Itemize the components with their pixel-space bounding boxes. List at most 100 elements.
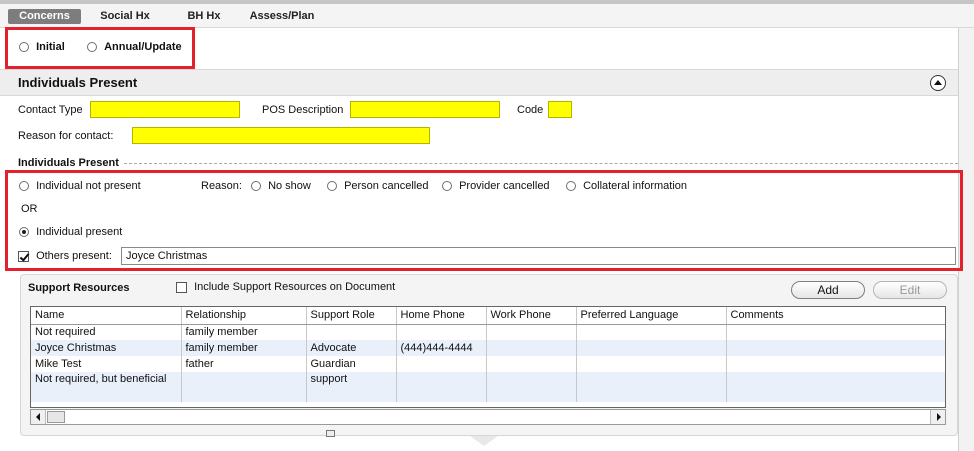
- reason-person-cancelled-option[interactable]: Person cancelled: [327, 180, 428, 192]
- individual-present-option[interactable]: Individual present: [19, 226, 122, 238]
- initial-radio[interactable]: [19, 42, 29, 53]
- edit-button[interactable]: Edit: [873, 281, 947, 299]
- grid-horizontal-scrollbar[interactable]: [30, 409, 946, 425]
- reason-for-contact-label: Reason for contact:: [18, 130, 114, 142]
- scroll-left-icon[interactable]: [31, 410, 46, 424]
- cell-relationship: father: [181, 356, 307, 372]
- tab-concerns[interactable]: Concerns: [8, 9, 81, 24]
- code-label: Code: [517, 104, 544, 116]
- tab-bar-edge: [0, 0, 974, 4]
- cell-support-role: Guardian: [306, 356, 397, 372]
- cell-preferred-language: [576, 340, 727, 356]
- include-support-label: Include Support Resources on Document: [194, 281, 396, 293]
- reason-collateral-information-option[interactable]: Collateral information: [566, 180, 687, 192]
- cell-comments: [726, 324, 945, 340]
- cell-name: Mike Test: [31, 356, 182, 372]
- column-header-home-phone[interactable]: Home Phone: [396, 307, 487, 325]
- cell-name: Not required: [31, 324, 182, 340]
- individuals-present-group-label: Individuals Present: [18, 157, 119, 169]
- cell-home-phone: (444)444-4444: [396, 340, 487, 356]
- column-header-relationship[interactable]: Relationship: [181, 307, 307, 325]
- reason-provider-cancelled-option[interactable]: Provider cancelled: [442, 180, 550, 192]
- reason-for-contact-field[interactable]: [132, 127, 430, 144]
- pos-description-field[interactable]: [350, 101, 500, 118]
- cell-relationship: [181, 372, 307, 402]
- cell-name: Not required, but beneficial: [31, 372, 182, 402]
- add-button[interactable]: Add: [791, 281, 865, 299]
- others-present-option[interactable]: Others present:: [18, 250, 112, 262]
- reason-provider-cancelled-radio[interactable]: [442, 181, 452, 192]
- pos-description-label: POS Description: [262, 104, 344, 116]
- chevron-up-circle-icon[interactable]: [930, 75, 946, 91]
- reason-label: Reason:: [201, 180, 242, 192]
- cell-comments: [726, 340, 945, 356]
- cell-preferred-language: [576, 324, 727, 340]
- tab-bar: Concerns Social Hx BH Hx Assess/Plan: [0, 0, 974, 28]
- others-present-checkbox[interactable]: [18, 250, 29, 262]
- cell-comments: [726, 372, 945, 402]
- column-header-work-phone[interactable]: Work Phone: [486, 307, 577, 325]
- support-resources-title: Support Resources: [28, 282, 130, 294]
- section-header: [0, 69, 958, 96]
- reason-no-show-label: No show: [268, 180, 311, 192]
- initial-label: Initial: [36, 41, 65, 53]
- reason-collateral-information-label: Collateral information: [583, 180, 687, 192]
- cell-work-phone: [486, 340, 577, 356]
- column-header-support-role[interactable]: Support Role: [306, 307, 397, 325]
- others-present-label: Others present:: [36, 250, 112, 262]
- cell-home-phone: [396, 324, 487, 340]
- column-header-preferred-language[interactable]: Preferred Language: [576, 307, 727, 325]
- resize-grip-icon[interactable]: [326, 430, 335, 437]
- cell-name: Joyce Christmas: [31, 340, 182, 356]
- cell-home-phone: [396, 356, 487, 372]
- support-resources-grid: Name Relationship Support Role Home Phon…: [30, 306, 946, 408]
- column-header-name[interactable]: Name: [31, 307, 182, 325]
- group-divider: [124, 163, 958, 164]
- tab-social-hx[interactable]: Social Hx: [90, 9, 160, 24]
- tab-assess-plan[interactable]: Assess/Plan: [244, 9, 320, 24]
- scroll-right-icon[interactable]: [930, 410, 945, 424]
- contact-type-label: Contact Type: [18, 104, 83, 116]
- section-title: Individuals Present: [18, 75, 138, 90]
- cell-preferred-language: [576, 356, 727, 372]
- column-header-comments[interactable]: Comments: [726, 307, 945, 325]
- annual-update-option[interactable]: Annual/Update: [87, 41, 182, 53]
- others-present-input[interactable]: Joyce Christmas: [121, 247, 956, 265]
- table-row[interactable]: Joyce Christmas family member Advocate (…: [31, 340, 945, 356]
- cell-home-phone: [396, 372, 487, 402]
- code-field[interactable]: [548, 101, 572, 118]
- cell-support-role: [306, 324, 397, 340]
- individual-not-present-radio[interactable]: [19, 181, 29, 192]
- annual-update-label: Annual/Update: [104, 41, 182, 53]
- table-row[interactable]: Mike Test father Guardian: [31, 356, 945, 372]
- cell-support-role: support: [306, 372, 397, 402]
- grid-header-row: Name Relationship Support Role Home Phon…: [31, 307, 945, 325]
- reason-person-cancelled-label: Person cancelled: [344, 180, 429, 192]
- or-label: OR: [21, 203, 38, 215]
- cell-work-phone: [486, 356, 577, 372]
- tab-bh-hx[interactable]: BH Hx: [175, 9, 233, 24]
- reason-no-show-option[interactable]: No show: [251, 180, 311, 192]
- include-support-checkbox[interactable]: [176, 281, 187, 293]
- pointer-notch: [470, 436, 498, 446]
- reason-no-show-radio[interactable]: [251, 181, 261, 192]
- individual-not-present-option[interactable]: Individual not present: [19, 180, 141, 192]
- scroll-thumb[interactable]: [47, 411, 65, 423]
- table-row[interactable]: Not required, but beneficial support: [31, 372, 945, 402]
- individual-not-present-label: Individual not present: [36, 180, 141, 192]
- include-support-option[interactable]: Include Support Resources on Document: [176, 281, 395, 293]
- table-row[interactable]: Not required family member: [31, 324, 945, 340]
- individual-present-label: Individual present: [36, 226, 123, 238]
- contact-type-field[interactable]: [90, 101, 240, 118]
- initial-option[interactable]: Initial: [19, 41, 65, 53]
- annual-update-radio[interactable]: [87, 42, 97, 53]
- cell-work-phone: [486, 324, 577, 340]
- individual-present-radio[interactable]: [19, 227, 29, 238]
- reason-person-cancelled-radio[interactable]: [327, 181, 337, 192]
- cell-comments: [726, 356, 945, 372]
- reason-collateral-information-radio[interactable]: [566, 181, 576, 192]
- reason-provider-cancelled-label: Provider cancelled: [459, 180, 550, 192]
- cell-support-role: Advocate: [306, 340, 397, 356]
- cell-work-phone: [486, 372, 577, 402]
- cell-relationship: family member: [181, 324, 307, 340]
